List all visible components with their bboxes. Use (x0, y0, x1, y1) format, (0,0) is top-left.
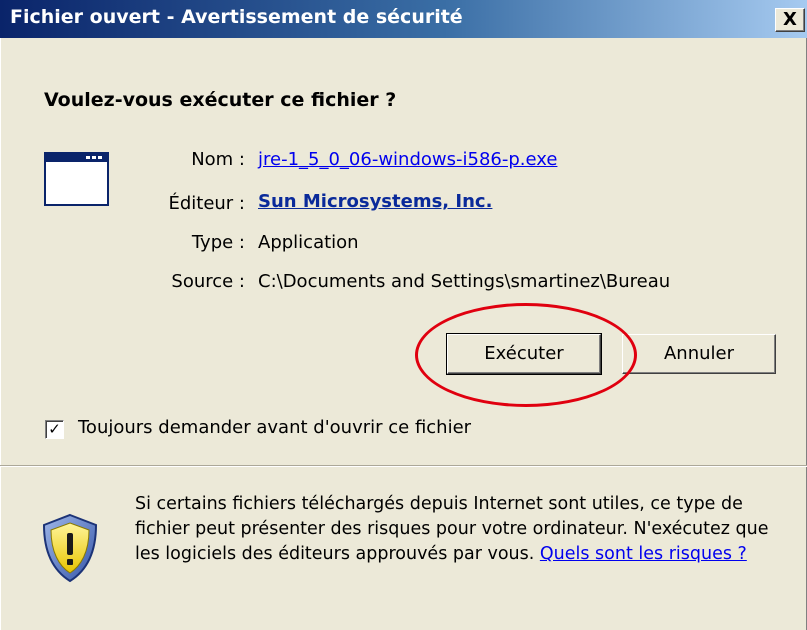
type-value: Application (258, 232, 359, 253)
type-label: Type : (191, 232, 245, 253)
window-title: Fichier ouvert - Avertissement de sécuri… (10, 6, 463, 28)
security-warning-text: Si certains fichiers téléchargés depuis … (135, 492, 795, 567)
security-shield-icon (42, 513, 98, 583)
name-label: Nom : (191, 149, 245, 170)
security-warning-dialog: Fichier ouvert - Avertissement de sécuri… (0, 0, 807, 630)
source-value: C:\Documents and Settings\smartinez\Bure… (258, 271, 671, 292)
dialog-question: Voulez-vous exécuter ce fichier ? (44, 89, 397, 111)
file-name-text[interactable]: jre-1_5_0_06-windows-i586-p.exe (258, 149, 557, 170)
section-divider (0, 465, 807, 467)
publisher-link[interactable]: Sun Microsystems, Inc. (258, 191, 492, 212)
run-button[interactable]: Exécuter (446, 333, 602, 375)
always-ask-checkbox[interactable]: ✓ (45, 420, 64, 439)
publisher-label: Éditeur : (168, 193, 245, 214)
cancel-button[interactable]: Annuler (622, 334, 776, 374)
source-label: Source : (171, 271, 245, 292)
close-button[interactable]: X (775, 8, 805, 32)
always-ask-label[interactable]: Toujours demander avant d'ouvrir ce fich… (78, 417, 471, 438)
publisher-name[interactable]: Sun Microsystems, Inc. (258, 191, 492, 212)
window-border-left (0, 38, 1, 630)
title-bar[interactable]: Fichier ouvert - Avertissement de sécuri… (0, 0, 807, 38)
file-name-link[interactable]: jre-1_5_0_06-windows-i586-p.exe (258, 149, 557, 170)
risks-link[interactable]: Quels sont les risques ? (540, 544, 747, 564)
